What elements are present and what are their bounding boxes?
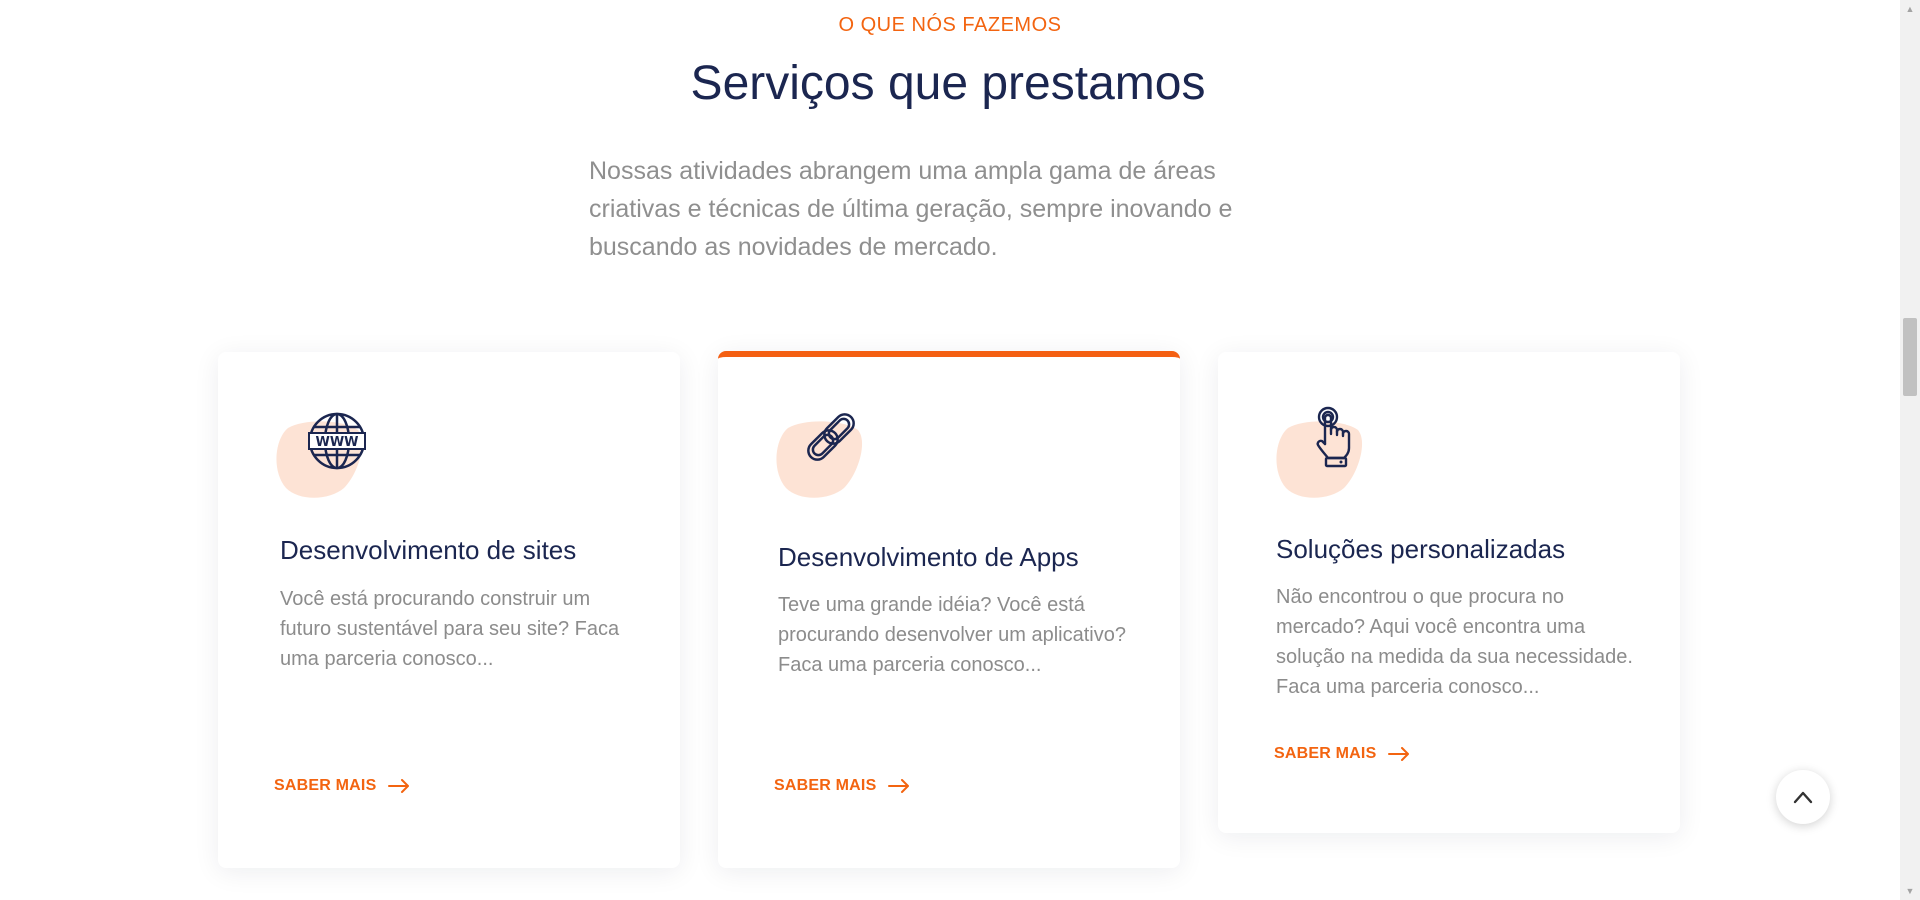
arrow-right-icon [388,779,410,793]
card-title: Soluções personalizadas [1276,534,1566,564]
card-description: Não encontrou o que procura no mercado? … [1276,586,1633,698]
services-section: O QUE NÓS FAZEMOS Serviços que prestamos… [0,0,1900,900]
chevron-up-icon [1793,791,1813,804]
card-description: Você está procurando construir um futuro… [280,588,620,670]
card-title: Desenvolvimento de sites [280,535,577,565]
section-intro: Nossas atividades abrangem uma ampla gam… [589,157,1233,261]
section-eyebrow: O QUE NÓS FAZEMOS [838,14,1062,36]
scroll-up-arrow-icon[interactable]: ▲ [1905,4,1915,14]
globe-www-icon: WWW [308,412,366,470]
arrow-right-icon [888,779,910,793]
saber-mais-link-apps[interactable]: SABER MAIS [774,777,910,795]
section-title: Serviços que prestamos [690,57,1206,110]
touch-hand-icon [1316,406,1351,468]
service-card-apps: Desenvolvimento de Apps Teve uma grande … [718,351,1180,868]
saber-mais-label: SABER MAIS [274,777,377,794]
chain-link-icon [807,413,855,461]
saber-mais-label: SABER MAIS [774,777,877,794]
saber-mais-label: SABER MAIS [1274,745,1377,762]
service-icon-container [1274,406,1374,502]
service-card-custom: Soluções personalizadas Não encontrou o … [1218,352,1680,833]
svg-text:WWW: WWW [315,435,358,450]
service-icon-container: WWW [274,412,374,502]
scroll-down-arrow-icon[interactable]: ▼ [1905,886,1915,896]
card-description: Teve uma grande idéia? Você está procura… [778,594,1126,676]
scroll-to-top-button[interactable] [1776,770,1830,824]
page-scrollbar[interactable]: ▲ ▼ [1900,0,1920,900]
saber-mais-link-custom[interactable]: SABER MAIS [1274,745,1410,763]
service-card-sites: WWW Desenvolvimento de sites Você está p… [218,352,680,868]
card-title: Desenvolvimento de Apps [778,542,1079,572]
scrollbar-thumb[interactable] [1903,318,1917,396]
service-icon-container [774,412,874,502]
saber-mais-link-sites[interactable]: SABER MAIS [274,777,410,795]
arrow-right-icon [1388,747,1410,761]
